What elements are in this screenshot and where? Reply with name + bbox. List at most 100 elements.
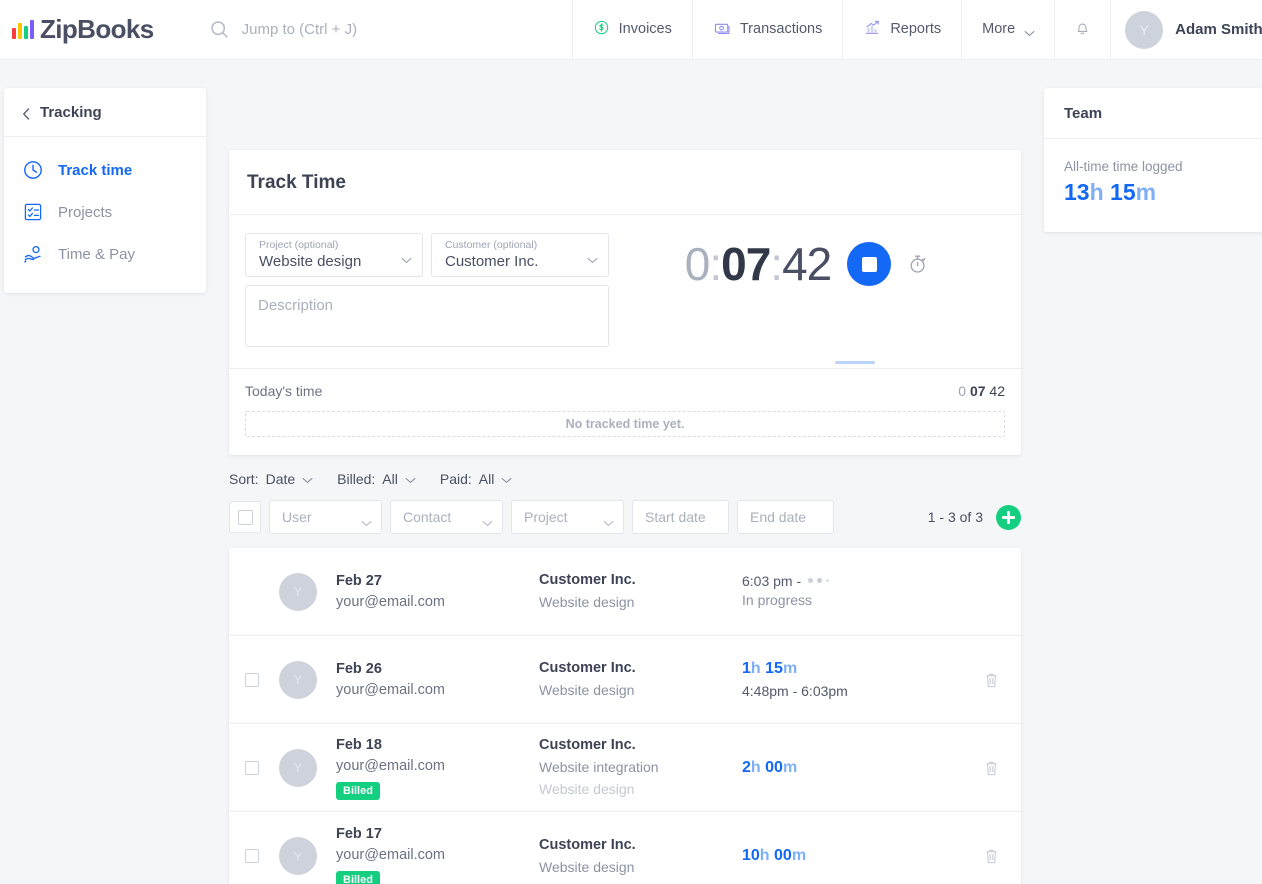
all-time-label: All-time time logged [1064, 159, 1183, 174]
sidebar-item-projects[interactable]: Projects [4, 191, 206, 233]
project-select[interactable]: Project (optional) Website design [245, 233, 423, 277]
row-duration-hours-unit: h [750, 659, 761, 677]
end-date-input[interactable]: End date [737, 500, 834, 534]
today-minutes: 07 [969, 383, 986, 399]
track-time-form: Project (optional) Website design Custom… [245, 233, 609, 352]
chevron-down-icon [302, 471, 313, 487]
chevron-down-icon [405, 471, 416, 487]
nav-item-invoices[interactable]: Invoices [571, 0, 692, 59]
delete-icon[interactable] [984, 671, 999, 689]
chevron-down-icon [482, 514, 493, 527]
sidebar-item-track-time[interactable]: Track time [4, 149, 206, 191]
row-time-cell: 6:03 pm - In progress [742, 573, 984, 611]
today-seconds: 42 [989, 383, 1005, 399]
user-menu[interactable]: Y Adam Smith [1110, 0, 1262, 59]
table-row[interactable]: Y Feb 27 your@email.com Customer Inc. We… [229, 548, 1021, 636]
team-panel-body: All-time time logged 13h 15m [1044, 139, 1262, 232]
description-input[interactable] [245, 285, 609, 347]
row-duration: 1h 15m [742, 658, 984, 680]
avatar: Y [279, 660, 317, 699]
sidebar-title: Tracking [40, 104, 102, 121]
stopwatch-icon[interactable] [907, 253, 929, 275]
chevron-left-icon [22, 107, 30, 120]
row-project-secondary: Website design [539, 781, 635, 797]
top-bar: ZipBooks Invoices [0, 0, 1262, 60]
row-client: Customer Inc. [539, 572, 636, 588]
row-checkbox[interactable] [245, 760, 279, 775]
banknote-icon [713, 19, 731, 41]
hand-money-icon [22, 243, 44, 265]
end-date-placeholder: End date [750, 509, 807, 525]
start-date-input[interactable]: Start date [632, 500, 729, 534]
row-checkbox[interactable] [245, 672, 279, 687]
row-project: Website design [539, 682, 635, 698]
pagination-area: 1 - 3 of 3 [928, 504, 1021, 530]
contact-filter-select[interactable]: Contact [390, 500, 503, 534]
nav-item-reports[interactable]: Reports [842, 0, 961, 59]
row-user-cell: Feb 26 your@email.com [336, 659, 539, 701]
sort-filter-label: Sort: [229, 471, 259, 487]
project-filter-select[interactable]: Project [511, 500, 624, 534]
row-time-cell: 10h 00m [742, 845, 984, 867]
sort-filter-value: Date [265, 471, 296, 487]
nav-item-more[interactable]: More [961, 0, 1054, 59]
row-checkbox[interactable] [245, 849, 279, 863]
today-hours: 0 [958, 383, 967, 399]
search-input[interactable] [241, 21, 572, 38]
nav-item-transactions[interactable]: Transactions [691, 0, 842, 59]
contact-filter-label: Contact [403, 509, 452, 525]
track-time-body: Project (optional) Website design Custom… [229, 215, 1021, 368]
timer-seconds: 42 [782, 238, 832, 290]
search-area[interactable] [209, 0, 572, 59]
main-nav: Invoices Transactions Reports More Y Ada… [571, 0, 1262, 59]
status-badge: Billed [336, 870, 380, 884]
today-row: Today's time 0 07 42 [245, 383, 1005, 399]
table-row[interactable]: Y Feb 18 your@email.com Billed Customer … [229, 724, 1021, 812]
main-content: Track Time Project (optional) Website de… [229, 60, 1021, 884]
paid-filter[interactable]: Paid: All [440, 471, 512, 487]
today-section: Today's time 0 07 42 No tracked time yet… [229, 368, 1021, 455]
sidebar-back[interactable]: Tracking [4, 88, 206, 137]
fields-row: Project (optional) Website design Custom… [245, 233, 609, 277]
row-duration-minutes: 00 [774, 847, 792, 864]
nav-label: More [982, 21, 1016, 38]
row-duration-minutes: 00 [765, 758, 783, 776]
row-duration: 2h 00m [742, 757, 984, 779]
add-time-entry-button[interactable] [996, 504, 1021, 530]
row-start-time: 6:03 pm - [742, 572, 802, 589]
chevron-down-icon [361, 514, 372, 527]
sidebar-item-time-and-pay[interactable]: Time & Pay [4, 233, 206, 275]
row-duration-hours: 2 [742, 758, 751, 776]
avatar: Y [279, 572, 317, 611]
project-select-value: Website design [259, 253, 362, 270]
row-running-line: 6:03 pm - [742, 573, 984, 589]
sidebar-item-label: Time & Pay [58, 245, 135, 263]
row-email: your@email.com [336, 593, 445, 610]
dollar-circle-icon [593, 19, 610, 40]
row-date: Feb 18 [336, 737, 382, 753]
delete-icon[interactable] [984, 759, 999, 777]
customer-select[interactable]: Customer (optional) Customer Inc. [431, 233, 609, 277]
all-time-minutes-unit: m [1135, 179, 1157, 205]
paid-filter-label: Paid: [439, 471, 472, 487]
select-all-checkbox[interactable] [229, 501, 261, 533]
nav-label: Reports [890, 21, 942, 38]
row-duration-hours: 10 [742, 847, 760, 864]
all-time-hours: 13 [1064, 179, 1090, 205]
table-row[interactable]: Y Feb 17 your@email.com Billed Customer … [229, 812, 1021, 884]
delete-icon[interactable] [984, 847, 999, 865]
track-time-card: Track Time Project (optional) Website de… [229, 150, 1021, 455]
row-date: Feb 27 [336, 572, 382, 589]
billed-filter[interactable]: Billed: All [337, 471, 416, 487]
logo[interactable]: ZipBooks [0, 0, 154, 59]
team-panel-title: Team [1044, 88, 1262, 139]
row-client-cell: Customer Inc. Website integration Websit… [539, 735, 742, 800]
row-user-cell: Feb 17 your@email.com Billed [336, 824, 539, 884]
user-filter-select[interactable]: User [269, 500, 382, 534]
notifications-button[interactable] [1054, 0, 1110, 59]
table-row[interactable]: Y Feb 26 your@email.com Customer Inc. We… [229, 636, 1021, 724]
timer-separator: : [709, 238, 722, 290]
stop-timer-button[interactable] [847, 242, 892, 286]
sort-filter[interactable]: Sort: Date [229, 471, 313, 487]
row-duration-hours: 1 [742, 659, 751, 677]
